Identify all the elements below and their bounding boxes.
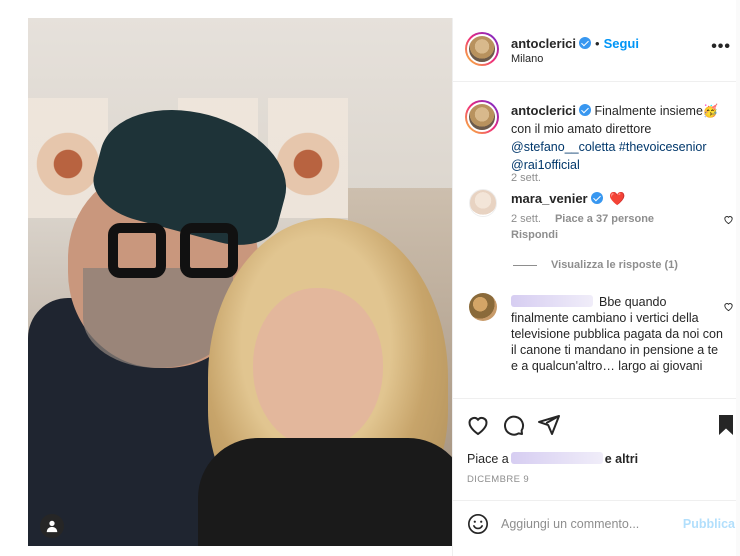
photo-woman-top (198, 438, 452, 546)
commenter-avatar[interactable] (469, 293, 497, 321)
comment-like-icon[interactable] (723, 214, 734, 225)
verified-icon (590, 192, 603, 204)
verified-icon (579, 37, 592, 49)
verified-icon (579, 104, 592, 116)
redacted-username (510, 452, 603, 464)
backdrop (0, 0, 28, 556)
divider (453, 398, 740, 399)
post-header: antoclerici • Segui Milano ••• (453, 18, 740, 82)
comment-line: mara_venier ❤️ (511, 191, 625, 207)
add-comment-bar: Pubblica (453, 500, 740, 546)
mention-link[interactable]: @rai1official (511, 158, 580, 172)
comment-icon[interactable] (501, 413, 525, 437)
caption-text: Finalmente insieme (594, 104, 703, 118)
redacted-username (511, 295, 593, 307)
comment-text: ❤️ (609, 191, 626, 206)
comment-meta: 2 sett. Piace a 37 persone (511, 213, 654, 225)
caption-author-avatar[interactable] (465, 100, 499, 134)
paper-plane-icon[interactable] (537, 413, 561, 437)
post-actions (453, 413, 740, 443)
instagram-post-modal: antoclerici • Segui Milano ••• antoclerici… (0, 0, 740, 556)
reply-button[interactable]: Rispondi (511, 229, 558, 241)
photo-glasses (108, 223, 238, 283)
commenter-avatar[interactable] (469, 189, 497, 217)
publish-button[interactable]: Pubblica (683, 517, 735, 531)
post-photo[interactable] (28, 18, 452, 546)
more-options-icon[interactable]: ••• (711, 38, 731, 56)
follow-button[interactable]: Segui (604, 36, 639, 51)
heart-icon[interactable] (466, 413, 490, 437)
replies-line (513, 264, 537, 266)
post-location[interactable]: Milano (511, 53, 543, 65)
view-replies-button[interactable]: Visualizza le risposte (1) (513, 259, 678, 271)
caption-author[interactable]: antoclerici (511, 103, 576, 118)
emoji-icon[interactable] (467, 513, 489, 535)
party-emoji: 🥳 (702, 104, 719, 118)
likes-summary[interactable]: Piace a e altri (467, 452, 638, 466)
photo-woman-face (253, 288, 383, 448)
likes-prefix: Piace a (467, 452, 509, 466)
post-side-panel: antoclerici • Segui Milano ••• antoclerici… (452, 18, 740, 556)
separator-dot: • (595, 36, 600, 51)
caption-text-2: con il mio amato direttore (511, 122, 652, 136)
view-replies-label: Visualizza le risposte (1) (551, 259, 678, 271)
mention-link[interactable]: @stefano__coletta (511, 140, 615, 154)
bookmark-icon[interactable] (714, 413, 738, 437)
comment-time[interactable]: 2 sett. (511, 213, 541, 225)
user-tag-icon[interactable] (40, 514, 64, 538)
author-avatar[interactable] (465, 32, 499, 66)
post-date[interactable]: DICEMBRE 9 (467, 474, 529, 485)
comment-input[interactable] (501, 513, 681, 535)
hashtag-link[interactable]: #thevoicesenior (619, 140, 707, 154)
author-username[interactable]: antoclerici (511, 36, 576, 51)
window-edge (736, 0, 740, 556)
caption-timestamp[interactable]: 2 sett. (511, 172, 541, 184)
author-line: antoclerici • Segui (511, 36, 639, 51)
likes-suffix: e altri (604, 452, 639, 466)
comment-author[interactable]: mara_venier (511, 191, 588, 206)
post-caption: antoclerici Finalmente insieme🥳 con il m… (511, 102, 735, 174)
comment-likes[interactable]: Piace a 37 persone (555, 213, 654, 225)
comment-like-icon[interactable] (723, 301, 734, 312)
